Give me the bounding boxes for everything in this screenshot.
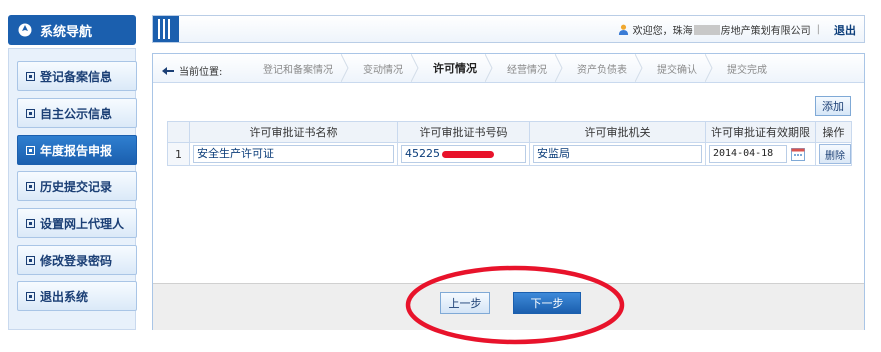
main-panel: 当前位置: 登记和备案情况 变动情况 许可情况 经营情况 资产负债表 提交确认 … — [152, 53, 865, 330]
compass-icon — [18, 23, 32, 37]
row-index: 1 — [167, 142, 190, 166]
step-permits: 许可情况 — [419, 54, 493, 82]
table-row: 1 安全生产许可证 45225 安监局 2014-04-18 删除 — [167, 142, 852, 166]
step-registration: 登记和备案情况 — [249, 54, 349, 82]
nav-item-annual-report[interactable]: 年度报告申报 — [17, 135, 137, 165]
nav-title: 系统导航 — [40, 24, 93, 40]
add-button[interactable]: 添加 — [815, 96, 851, 116]
location-icon — [162, 66, 174, 75]
permit-name-cell: 安全生产许可证 — [189, 142, 398, 166]
bullet-icon — [26, 218, 35, 228]
nav-item-label: 历史提交记录 — [40, 179, 113, 194]
welcome-prefix: 欢迎您，珠海 — [632, 26, 693, 37]
footer-bar — [153, 283, 864, 330]
column-header-action: 操作 — [815, 121, 852, 143]
breadcrumb: 当前位置: 登记和备案情况 变动情况 许可情况 经营情况 资产负债表 提交确认 … — [153, 54, 864, 83]
welcome-message: 欢迎您，珠海 房地产策划有限公司 | — [618, 22, 826, 37]
table-header-row: 许可审批证书名称 许可审批证书号码 许可审批机关 许可审批证有效期限 操作 — [167, 121, 852, 143]
nav-item-label: 修改登录密码 — [40, 253, 113, 268]
nav-item-history[interactable]: 历史提交记录 — [17, 171, 137, 201]
nav-item-exit[interactable]: 退出系统 — [17, 281, 137, 311]
bullet-icon — [26, 108, 35, 118]
calendar-icon[interactable] — [791, 147, 805, 161]
nav-item-online-agent[interactable]: 设置网上代理人 — [17, 208, 137, 238]
step-complete: 提交完成 — [727, 64, 767, 76]
expiry-cell: 2014-04-18 — [705, 142, 816, 166]
redaction-mark — [442, 150, 494, 158]
redacted-name — [693, 24, 720, 35]
nav-item-self-disclosure[interactable]: 自主公示信息 — [17, 98, 137, 128]
nav-item-label: 年度报告申报 — [40, 143, 113, 158]
bullet-icon — [26, 181, 35, 191]
step-changes: 变动情况 — [349, 54, 419, 82]
column-header-name: 许可审批证书名称 — [189, 121, 398, 143]
user-icon — [618, 24, 628, 35]
prev-step-button[interactable]: 上一步 — [440, 292, 490, 314]
nav-item-label: 自主公示信息 — [40, 106, 113, 121]
breadcrumb-location: 当前位置: — [161, 63, 222, 78]
step-operations: 经营情况 — [493, 54, 563, 82]
step-balance-sheet: 资产负债表 — [563, 54, 643, 82]
breadcrumb-label: 当前位置: — [179, 67, 223, 78]
welcome-suffix: 房地产策划有限公司 — [720, 26, 811, 37]
step-confirm: 提交确认 — [643, 54, 713, 82]
column-header-index — [167, 121, 190, 143]
nav-item-label: 设置网上代理人 — [40, 216, 125, 231]
permit-number-input[interactable]: 45225 — [401, 145, 526, 163]
nav-item-label: 登记备案信息 — [40, 69, 113, 84]
permit-name-input[interactable]: 安全生产许可证 — [193, 145, 394, 163]
column-header-number: 许可审批证书号码 — [397, 121, 530, 143]
bullet-icon — [26, 291, 35, 301]
bullet-icon — [26, 145, 35, 155]
wizard-steps: 登记和备案情况 变动情况 许可情况 经营情况 资产负债表 提交确认 提交完成 — [249, 54, 783, 82]
authority-cell: 安监局 — [529, 142, 706, 166]
expiry-date-input[interactable]: 2014-04-18 — [709, 145, 787, 163]
action-cell: 删除 — [815, 142, 852, 166]
permit-table: 许可审批证书名称 许可审批证书号码 许可审批机关 许可审批证有效期限 操作 1 … — [167, 121, 852, 166]
next-step-button[interactable]: 下一步 — [513, 292, 581, 314]
authority-input[interactable]: 安监局 — [533, 145, 702, 163]
top-header: 欢迎您，珠海 房地产策划有限公司 | 退出 — [152, 15, 865, 43]
header-separator: | — [816, 24, 820, 35]
nav-item-change-password[interactable]: 修改登录密码 — [17, 245, 137, 275]
permit-number-cell: 45225 — [397, 142, 530, 166]
column-header-expiry: 许可审批证有效期限 — [705, 121, 816, 143]
nav-item-label: 退出系统 — [40, 289, 89, 304]
bullet-icon — [26, 71, 35, 81]
logout-link[interactable]: 退出 — [834, 22, 856, 38]
nav-panel: 登记备案信息 自主公示信息 年度报告申报 历史提交记录 设置网上代理人 修改登录… — [8, 48, 137, 330]
column-header-authority: 许可审批机关 — [529, 121, 706, 143]
delete-button[interactable]: 删除 — [819, 144, 851, 164]
nav-header: 系统导航 — [8, 15, 136, 45]
permit-number-text: 45225 — [405, 147, 440, 160]
header-logo-stripes — [153, 16, 179, 42]
bullet-icon — [26, 255, 35, 265]
nav-item-registration[interactable]: 登记备案信息 — [17, 61, 137, 91]
